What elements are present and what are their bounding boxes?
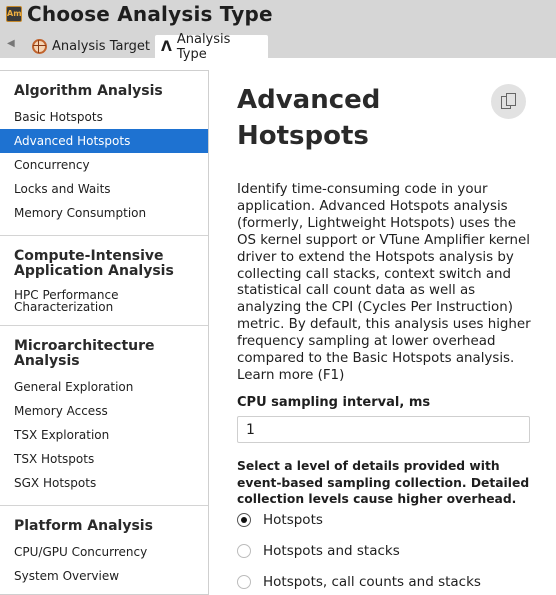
copy-icon bbox=[500, 92, 517, 111]
sidebar-item-advanced-hotspots[interactable]: Advanced Hotspots bbox=[0, 129, 208, 153]
sidebar-item-concurrency[interactable]: Concurrency bbox=[0, 153, 208, 177]
collection-level-label: Select a level of details provided with … bbox=[237, 459, 530, 506]
sidebar-group-microarchitecture: Microarchitecture Analysis General Explo… bbox=[0, 326, 208, 506]
radio-button[interactable] bbox=[237, 575, 251, 589]
analysis-type-sidebar: Algorithm Analysis Basic Hotspots Advanc… bbox=[0, 70, 209, 595]
sidebar-group-heading: Microarchitecture Analysis bbox=[14, 338, 155, 369]
sidebar-group-platform: Platform Analysis CPU/GPU Concurrency Sy… bbox=[0, 506, 208, 594]
compass-icon: Ʌ bbox=[161, 38, 172, 55]
sampling-interval-input[interactable] bbox=[237, 416, 530, 443]
tab-bar: ◀ Analysis Target Ʌ Analysis Type bbox=[0, 32, 556, 62]
radio-label: Hotspots bbox=[263, 512, 323, 528]
sidebar-group-heading: Platform Analysis bbox=[14, 518, 153, 534]
tab-analysis-type[interactable]: Ʌ Analysis Type bbox=[155, 32, 268, 62]
window-titlebar: Am Choose Analysis Type bbox=[0, 0, 556, 32]
radio-label: Hotspots and stacks bbox=[263, 543, 400, 559]
target-icon bbox=[32, 39, 47, 54]
analysis-details-panel: Advanced Hotspots Identify time-consumin… bbox=[209, 58, 556, 595]
sidebar-item-basic-hotspots[interactable]: Basic Hotspots bbox=[0, 105, 208, 129]
sidebar-item-tsx-hotspots[interactable]: TSX Hotspots bbox=[0, 447, 208, 471]
sidebar-item-memory-access[interactable]: Memory Access bbox=[0, 399, 208, 423]
page-title: Advanced Hotspots bbox=[237, 85, 381, 151]
sampling-interval-label: CPU sampling interval, ms bbox=[237, 395, 431, 410]
sidebar-item-general-exploration[interactable]: General Exploration bbox=[0, 375, 208, 399]
radio-label: Hotspots, call counts and stacks bbox=[263, 574, 481, 590]
radio-option-hotspots-stacks[interactable]: Hotspots and stacks bbox=[237, 543, 400, 559]
radio-option-hotspots[interactable]: Hotspots bbox=[237, 512, 323, 528]
sidebar-item-system-overview[interactable]: System Overview bbox=[0, 564, 208, 588]
analysis-description: Identify time-consuming code in your app… bbox=[237, 182, 531, 383]
sidebar-item-locks-and-waits[interactable]: Locks and Waits bbox=[0, 177, 208, 201]
sidebar-group-algorithm: Algorithm Analysis Basic Hotspots Advanc… bbox=[0, 71, 208, 236]
sidebar-item-sgx-hotspots[interactable]: SGX Hotspots bbox=[0, 471, 208, 495]
radio-option-hotspots-callcounts-stacks[interactable]: Hotspots, call counts and stacks bbox=[237, 574, 481, 590]
tab-label: Analysis Target bbox=[52, 39, 150, 54]
radio-button[interactable] bbox=[237, 513, 251, 527]
sidebar-item-hpc-performance[interactable]: HPC Performance Characterization bbox=[0, 285, 208, 315]
tab-scroll-left-icon[interactable]: ◀ bbox=[7, 38, 15, 49]
sidebar-item-tsx-exploration[interactable]: TSX Exploration bbox=[0, 423, 208, 447]
tab-analysis-target[interactable]: Analysis Target bbox=[26, 35, 156, 58]
radio-button[interactable] bbox=[237, 544, 251, 558]
app-logo-icon: Am bbox=[6, 6, 22, 22]
tab-label: Analysis Type bbox=[176, 31, 231, 62]
window-title: Choose Analysis Type bbox=[27, 2, 273, 26]
sidebar-item-memory-consumption[interactable]: Memory Consumption bbox=[0, 201, 208, 225]
sidebar-group-heading: Compute-Intensive Application Analysis bbox=[14, 248, 174, 279]
sidebar-item-cpu-gpu-concurrency[interactable]: CPU/GPU Concurrency bbox=[0, 540, 208, 564]
sidebar-group-heading: Algorithm Analysis bbox=[14, 83, 163, 99]
sidebar-group-compute-intensive: Compute-Intensive Application Analysis H… bbox=[0, 236, 208, 326]
copy-button[interactable] bbox=[491, 84, 526, 119]
